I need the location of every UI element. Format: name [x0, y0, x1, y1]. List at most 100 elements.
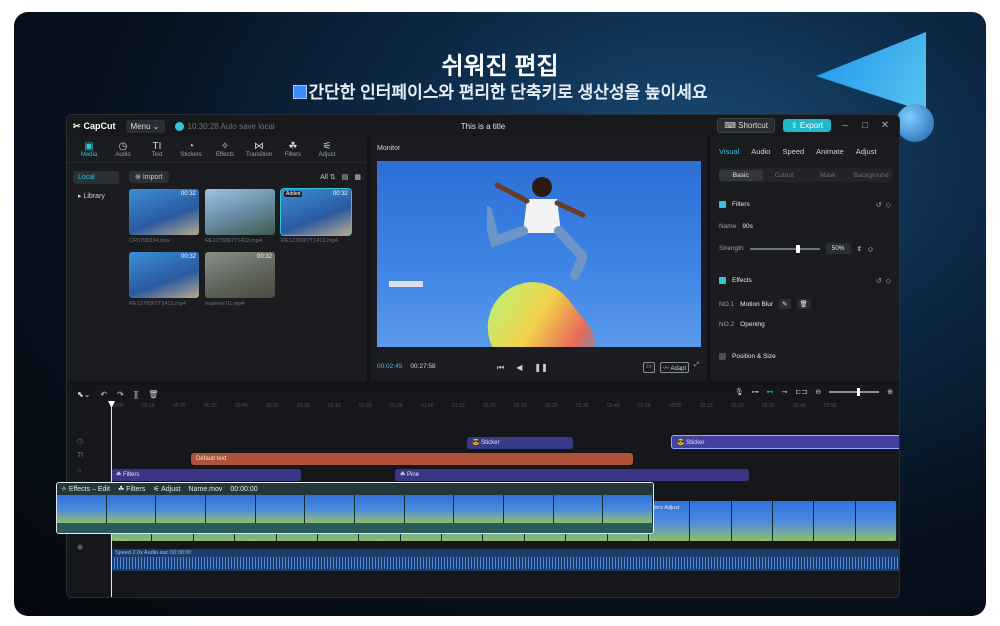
import-button[interactable]: ⊕ Import: [129, 171, 169, 183]
tab-stickers[interactable]: ◔ Stickers: [175, 141, 207, 158]
skater-figure: [487, 177, 587, 280]
tab-audio[interactable]: ◷ Audio: [107, 141, 139, 158]
tab-filters[interactable]: ☘ Filters: [277, 141, 309, 158]
zoom-slider[interactable]: [829, 388, 880, 396]
edit-icon[interactable]: ✎: [779, 299, 791, 309]
filter-all-dropdown[interactable]: All ⇅: [320, 173, 336, 181]
effect-no1-label: NO.1: [719, 300, 735, 308]
delete-icon[interactable]: 🗑: [148, 390, 158, 399]
filters-checkbox[interactable]: [719, 201, 726, 208]
export-button[interactable]: ⇪ Export: [782, 119, 831, 132]
filter-clip[interactable]: ☘ Filters: [111, 469, 301, 481]
minimize-icon[interactable]: –: [839, 120, 851, 131]
sticker-clip[interactable]: 😎 Sticker: [467, 437, 573, 449]
snap-icon[interactable]: ⊸: [782, 388, 788, 396]
effects-checkbox[interactable]: [719, 277, 726, 284]
close-icon[interactable]: ✕: [879, 120, 891, 131]
zoom-out-icon[interactable]: ⊖: [815, 388, 821, 396]
select-tool-icon[interactable]: ⬉⌄: [77, 390, 90, 399]
subtab-basic[interactable]: Basic: [719, 169, 763, 181]
media-item[interactable]: Added 00:32 RE1278367T1412.mp4: [280, 188, 352, 244]
filter-icon: ☘: [400, 472, 408, 478]
tab-media[interactable]: ▣ Media: [73, 141, 105, 158]
stepper-icon[interactable]: ⇕: [857, 245, 862, 253]
media-duration: 00:32: [256, 254, 272, 260]
skip-back-icon[interactable]: ⏮: [497, 363, 504, 373]
keyframe-icon[interactable]: ◇: [886, 278, 891, 285]
keyframe-icon[interactable]: ◇: [886, 202, 891, 209]
hero-subtitle: 간단한 인터페이스와 편리한 단축키로 생산성을 높이세요: [14, 78, 986, 103]
effect-row-1: NO.1 Motion Blur ✎ 🗑: [719, 299, 811, 309]
filters-label: Filters: [732, 201, 750, 208]
adapt-button[interactable]: 〰 Adapt: [659, 362, 690, 373]
strength-slider[interactable]: [749, 244, 820, 253]
maximize-icon[interactable]: □: [859, 120, 871, 131]
tab-audio[interactable]: Audio: [751, 147, 770, 156]
side-item-local[interactable]: Local: [73, 171, 119, 184]
added-badge: Added: [284, 191, 303, 197]
effects-label: Effects: [732, 277, 752, 284]
pause-icon[interactable]: ❚❚: [534, 363, 547, 373]
ruler-tick: 01:10: [328, 403, 341, 409]
zoom-in-icon[interactable]: ⊕: [887, 388, 893, 396]
tab-text[interactable]: TI Text: [141, 141, 173, 158]
shortcut-button[interactable]: ⌨ Shortcut: [717, 118, 775, 133]
tab-label: Stickers: [180, 152, 202, 158]
total-time: 00:27:58: [410, 363, 436, 370]
trash-icon[interactable]: 🗑: [796, 299, 811, 309]
tab-transition[interactable]: ⋈ Transition: [243, 141, 275, 158]
adapt-label: Adapt: [670, 366, 687, 372]
inspector-tabs: Visual Audio Speed Animate Adjust: [711, 137, 899, 166]
tab-animate[interactable]: Animate: [816, 147, 844, 156]
subtab-mask[interactable]: Mask: [806, 172, 850, 179]
step-back-icon[interactable]: ◀: [516, 363, 522, 373]
strength-label: Strength: [719, 245, 744, 252]
clip-name: Name.mov: [188, 485, 223, 493]
list-view-icon[interactable]: ▤: [342, 173, 349, 181]
adjust-icon: ⚟: [153, 486, 162, 493]
strength-value[interactable]: 50%: [825, 243, 851, 254]
hero-title: 쉬워진 편집: [441, 53, 559, 80]
effects-edit-popup[interactable]: ✧ Effects – Edit ☘ Filters ⚟ Adjust Name…: [56, 482, 654, 534]
filters-actions: ↺ ◇: [876, 201, 891, 209]
adjust-label: Adjust: [161, 486, 181, 493]
redo-icon[interactable]: ↷: [117, 390, 124, 399]
tab-visual[interactable]: Visual: [719, 147, 739, 156]
transition-icon: ⋈: [254, 141, 264, 152]
media-grid: ⊕ Import All ⇅ ▤ ▦ 00:32 CR0700334.mov RE…: [129, 171, 361, 307]
side-item-library[interactable]: ▸ Library: [73, 189, 119, 203]
video-preview[interactable]: [377, 161, 701, 347]
menu-button[interactable]: Menu ⌄: [125, 119, 165, 133]
tab-effects[interactable]: ✧ Effects: [209, 141, 241, 158]
link-icon[interactable]: ⊶: [752, 388, 759, 396]
undo-icon[interactable]: ↶: [100, 390, 107, 399]
subtab-background[interactable]: Background: [850, 172, 894, 179]
mic-icon[interactable]: 🎙: [735, 388, 744, 396]
media-item[interactable]: 00:32 CR0700334.mov: [129, 189, 199, 244]
media-item[interactable]: 00:32 RE1278367T1412.mp4: [129, 252, 199, 307]
reset-icon[interactable]: ↺: [876, 202, 882, 209]
media-item[interactable]: 00:32 material 01.mp4: [205, 252, 275, 307]
tab-adjust[interactable]: Adjust: [856, 147, 877, 156]
subtab-cutout[interactable]: Cutout: [763, 172, 807, 179]
sticker-clip-selected[interactable]: 😎 Sticker: [671, 435, 899, 449]
media-item[interactable]: RE1278367T1412.mp4: [205, 189, 275, 244]
keyframe-icon[interactable]: ◇: [868, 245, 873, 253]
magnet-icon[interactable]: ⊷: [767, 388, 774, 396]
check-icon: [174, 121, 184, 131]
preview-axis-icon[interactable]: ⊏⊐: [796, 388, 808, 396]
position-checkbox[interactable]: [719, 353, 726, 360]
tab-adjust[interactable]: ⚟ Adjust: [311, 141, 343, 158]
fullscreen-icon[interactable]: ⤢: [694, 362, 699, 373]
split-icon[interactable]: ][: [134, 390, 138, 399]
tab-speed[interactable]: Speed: [782, 147, 804, 156]
text-clip[interactable]: Default text: [191, 453, 633, 465]
filter-clip-pine[interactable]: ☘ Pine: [395, 469, 749, 481]
grid-view-icon[interactable]: ▦: [354, 173, 361, 181]
reset-icon[interactable]: ↺: [876, 278, 882, 285]
ratio-icon[interactable]: ▭: [643, 362, 655, 373]
video-frame: [156, 495, 207, 523]
effects-actions: ↺ ◇: [876, 277, 891, 285]
effects-icon: ✧: [61, 486, 69, 493]
audio-track[interactable]: Speed 2.0x Audio.aac 00:00:00: [111, 549, 899, 571]
